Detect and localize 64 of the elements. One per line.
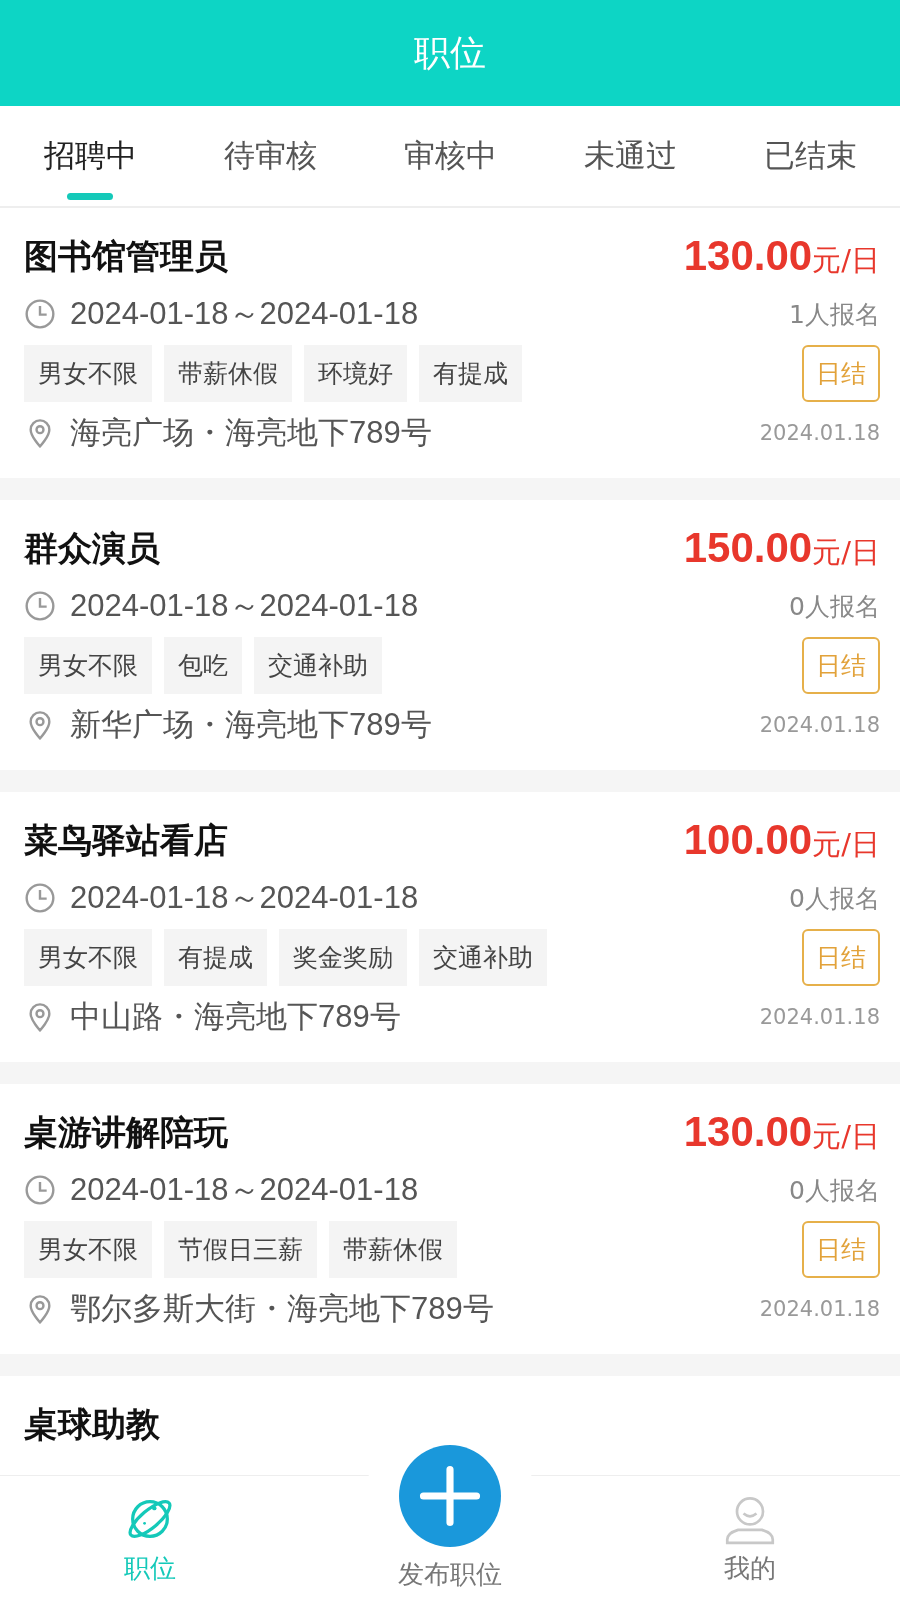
job-tag: 包吃 [164, 637, 242, 694]
job-card[interactable]: 群众演员 150.00元/日 2024-01-18～2024-01-18 0人报名 男女不限 包吃 交通补助 日结 新华广场・海亮地下789号 2024.01.18 [0, 500, 900, 770]
job-tag: 男女不限 [24, 345, 152, 402]
date-range: 2024-01-18～2024-01-18 [70, 295, 419, 333]
tab[interactable]: 招聘中 [0, 106, 180, 206]
salary-unit: 元/日 [812, 1118, 880, 1155]
post-date: 2024.01.18 [759, 1297, 880, 1321]
job-title: 菜鸟驿站看店 [24, 818, 228, 862]
job-tag: 有提成 [419, 345, 522, 402]
add-icon [399, 1445, 501, 1547]
job-tag: 奖金奖励 [279, 929, 407, 986]
job-location: 鄂尔多斯大街・海亮地下789号 [70, 1290, 494, 1328]
signup-count: 0人报名 [789, 590, 880, 623]
signup-count: 0人报名 [789, 882, 880, 915]
job-tag: 男女不限 [24, 637, 152, 694]
salary-unit: 元/日 [812, 242, 880, 279]
job-tag: 男女不限 [24, 929, 152, 986]
job-card[interactable]: 菜鸟驿站看店 100.00元/日 2024-01-18～2024-01-18 0人报名 男女不限 有提成 奖金奖励 交通补助 日结 中山路・海亮地下789号 2024.01.18 [0, 792, 900, 1062]
job-tag: 带薪休假 [164, 345, 292, 402]
job-location: 海亮广场・海亮地下789号 [70, 414, 432, 452]
salary-unit: 元/日 [812, 534, 880, 571]
job-tag: 男女不限 [24, 1221, 152, 1278]
job-card[interactable]: 桌游讲解陪玩 130.00元/日 2024-01-18～2024-01-18 0人报名 男女不限 节假日三薪 带薪休假 日结 鄂尔多斯大街・海亮地下789号 2024.01.18 [0, 1084, 900, 1354]
job-card[interactable]: 图书馆管理员 130.00元/日 2024-01-18～2024-01-18 1人报名 男女不限 带薪休假 环境好 有提成 日结 海亮广场・海亮地下789号 2024.01.18 [0, 208, 900, 478]
job-title: 图书馆管理员 [24, 234, 228, 278]
job-title: 群众演员 [24, 526, 160, 570]
job-salary: 100.00 [683, 816, 813, 864]
job-tag: 环境好 [304, 345, 407, 402]
date-range: 2024-01-18～2024-01-18 [70, 587, 419, 625]
tab[interactable]: 待审核 [180, 106, 360, 206]
signup-count: 0人报名 [789, 1174, 880, 1207]
tab[interactable]: 审核中 [360, 106, 540, 206]
job-tag: 带薪休假 [329, 1221, 457, 1278]
tab[interactable]: 未通过 [540, 106, 720, 206]
date-range: 2024-01-18～2024-01-18 [70, 879, 419, 917]
job-salary: 150.00 [683, 524, 813, 572]
settlement-badge: 日结 [802, 637, 880, 694]
clock-icon [24, 590, 56, 622]
job-title: 桌球助教 [24, 1403, 161, 1446]
job-location: 新华广场・海亮地下789号 [70, 706, 432, 744]
page-title: 职位 [414, 30, 486, 75]
date-range: 2024-01-18～2024-01-18 [70, 1171, 419, 1209]
post-date: 2024.01.18 [759, 1005, 880, 1029]
settlement-badge: 日结 [802, 929, 880, 986]
salary-unit: 元/日 [812, 826, 880, 863]
job-tag: 有提成 [164, 929, 267, 986]
clock-icon [24, 298, 56, 330]
job-tag: 节假日三薪 [164, 1221, 317, 1278]
job-tag: 交通补助 [419, 929, 547, 986]
clock-icon [24, 882, 56, 914]
signup-count: 1人报名 [789, 298, 880, 331]
job-location: 中山路・海亮地下789号 [70, 998, 401, 1036]
job-salary: 130.00 [683, 232, 813, 280]
job-tag: 交通补助 [254, 637, 382, 694]
nav-item[interactable]: 发布职位 [300, 1432, 600, 1600]
tab[interactable]: 已结束 [720, 106, 900, 206]
clock-icon [24, 1174, 56, 1206]
job-salary: 130.00 [683, 1108, 813, 1156]
post-date: 2024.01.18 [759, 421, 880, 445]
post-date: 2024.01.18 [759, 713, 880, 737]
nav-item[interactable]: 我的 [600, 1476, 900, 1600]
settlement-badge: 日结 [802, 1221, 880, 1278]
job-title: 桌游讲解陪玩 [24, 1110, 228, 1154]
settlement-badge: 日结 [802, 345, 880, 402]
